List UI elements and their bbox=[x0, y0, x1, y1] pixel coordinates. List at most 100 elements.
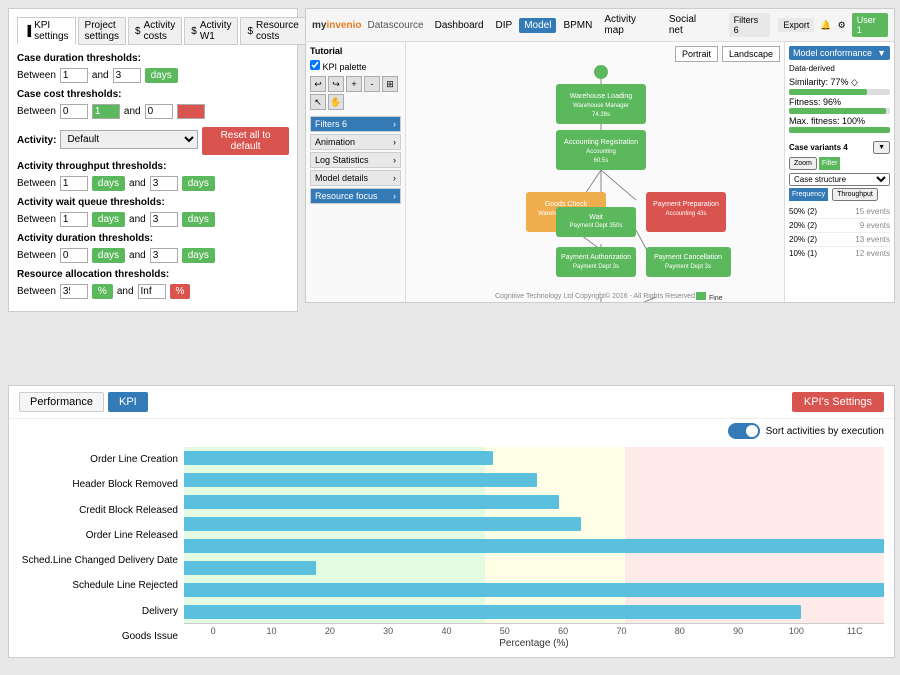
svg-text:Payment Preparation: Payment Preparation bbox=[653, 201, 719, 208]
frequency-btn[interactable]: Frequency bbox=[789, 188, 828, 201]
resource-alloc-row: Between % and % bbox=[17, 284, 289, 299]
kpi-palette-checkbox[interactable] bbox=[310, 60, 320, 70]
throughput-input2[interactable] bbox=[150, 176, 178, 191]
throughput-unit1-btn[interactable]: days bbox=[92, 176, 125, 191]
chart-tabs: Performance KPI bbox=[19, 392, 148, 412]
act-dur-unit1-btn[interactable]: days bbox=[92, 248, 125, 263]
wait-unit1-btn[interactable]: days bbox=[92, 212, 125, 227]
act-dur-unit2-btn[interactable]: days bbox=[182, 248, 215, 263]
nav-dip[interactable]: DIP bbox=[491, 18, 518, 33]
activity-row: Activity: Default Reset all to default bbox=[17, 123, 289, 155]
zoom-in-btn[interactable]: + bbox=[346, 76, 362, 92]
conformance-expand-btn[interactable]: ▼ bbox=[877, 48, 886, 58]
log-stats-section-btn[interactable]: Log Statistics › bbox=[310, 152, 401, 168]
nav-social-net[interactable]: Social net bbox=[664, 12, 717, 38]
undo-btn[interactable]: ↩ bbox=[310, 76, 326, 92]
resource-focus-section-btn[interactable]: Resource focus › bbox=[310, 188, 401, 204]
svg-text:Payment Authorization: Payment Authorization bbox=[561, 254, 631, 261]
case-variants-btns: Zoom Filter bbox=[789, 157, 890, 170]
throughput-input1[interactable] bbox=[60, 176, 88, 191]
act-dur-input2[interactable] bbox=[150, 248, 178, 263]
nav-dashboard[interactable]: Dashboard bbox=[430, 18, 489, 33]
bar-3 bbox=[184, 517, 581, 531]
export-btn[interactable]: Export bbox=[778, 18, 814, 32]
chart-area: 0 10 20 30 40 50 60 70 80 90 100 11C Per… bbox=[184, 447, 884, 649]
model-details-section: Model details › bbox=[310, 170, 401, 186]
activity-select[interactable]: Default bbox=[60, 130, 198, 149]
variant-row-4[interactable]: 10% (1) 12 events bbox=[789, 247, 890, 260]
variants-expand-btn[interactable]: ▼ bbox=[873, 141, 890, 154]
res-alloc-input1[interactable] bbox=[60, 284, 88, 299]
tab-project-settings[interactable]: Project settings bbox=[78, 17, 126, 45]
and-label6: and bbox=[117, 286, 134, 297]
reset-btn[interactable]: Reset all to default bbox=[202, 127, 289, 155]
bar-row-5 bbox=[184, 557, 884, 579]
tab-kpi[interactable]: KPI bbox=[108, 392, 148, 412]
tab-resource-costs[interactable]: $ Resource costs bbox=[240, 17, 305, 45]
nav-bpmn[interactable]: BPMN bbox=[558, 18, 597, 33]
model-details-section-btn[interactable]: Model details › bbox=[310, 170, 401, 186]
kpi-settings-panel: ▐ KPI settings Project settings $ Activi… bbox=[8, 8, 298, 312]
variant-row-2[interactable]: 20% (2) 9 events bbox=[789, 219, 890, 233]
process-flow-svg: Warehouse Loading Warehouse Manager 74.2… bbox=[426, 52, 776, 302]
select-btn[interactable]: ↖ bbox=[310, 94, 326, 110]
fit-btn[interactable]: ⊞ bbox=[382, 76, 398, 92]
filters-btn[interactable]: Filters 6 bbox=[729, 13, 771, 37]
tab-activity-w1[interactable]: $ Activity W1 bbox=[184, 17, 238, 45]
tab-kpi-settings[interactable]: ▐ KPI settings bbox=[17, 17, 76, 45]
wait-unit2-btn[interactable]: days bbox=[182, 212, 215, 227]
nav-activity-map[interactable]: Activity map bbox=[599, 12, 662, 38]
panel-tabs: ▐ KPI settings Project settings $ Activi… bbox=[17, 17, 289, 45]
tab-activity-costs[interactable]: $ Activity costs bbox=[128, 17, 182, 45]
case-cost-input4[interactable] bbox=[177, 104, 205, 119]
sort-toggle-switch[interactable] bbox=[728, 423, 760, 439]
case-duration-unit-btn[interactable]: days bbox=[145, 68, 178, 83]
filters-section-btn[interactable]: Filters 6 › bbox=[310, 116, 401, 132]
chevron-right-icon3: › bbox=[393, 155, 396, 165]
res-alloc-unit2-btn[interactable]: % bbox=[170, 284, 191, 299]
wait-queue-input1[interactable] bbox=[60, 212, 88, 227]
case-structure-select[interactable]: Case structure bbox=[789, 173, 890, 186]
copyright-text: Cognitive Technology Ltd Copyright© 2016… bbox=[406, 293, 784, 300]
redo-btn[interactable]: ↪ bbox=[328, 76, 344, 92]
svg-text:Wait: Wait bbox=[589, 214, 603, 221]
throughput-unit2-btn[interactable]: days bbox=[182, 176, 215, 191]
pan-btn[interactable]: ✋ bbox=[328, 94, 344, 110]
svg-text:Payment Dept 3s: Payment Dept 3s bbox=[573, 264, 619, 270]
act-dur-input1[interactable] bbox=[60, 248, 88, 263]
res-alloc-unit1-btn[interactable]: % bbox=[92, 284, 113, 299]
nav-model[interactable]: Model bbox=[519, 18, 556, 33]
variant-row-3[interactable]: 20% (2) 13 events bbox=[789, 233, 890, 247]
resource-alloc-label: Resource allocation thresholds: bbox=[17, 269, 289, 280]
svg-text:74.28s: 74.28s bbox=[592, 112, 610, 118]
bell-icon[interactable]: 🔔 bbox=[820, 20, 831, 31]
filter-btn[interactable]: Filter bbox=[819, 157, 841, 170]
user-btn[interactable]: User 1 bbox=[852, 13, 888, 37]
and-label: and bbox=[92, 70, 109, 81]
svg-text:Payment Cancellation: Payment Cancellation bbox=[654, 254, 722, 261]
x-tick-3: 30 bbox=[359, 626, 417, 636]
and-label2: and bbox=[124, 106, 141, 117]
res-alloc-input2[interactable] bbox=[138, 284, 166, 299]
case-duration-input2[interactable] bbox=[113, 68, 141, 83]
filters-section: Filters 6 › bbox=[310, 116, 401, 132]
case-cost-input1[interactable] bbox=[60, 104, 88, 119]
tab-performance[interactable]: Performance bbox=[19, 392, 104, 412]
throughput-tab-btn[interactable]: Throughput bbox=[832, 188, 878, 201]
zoom-out-btn[interactable]: - bbox=[364, 76, 380, 92]
zoom-btn[interactable]: Zoom bbox=[789, 157, 817, 170]
bar-6 bbox=[184, 583, 884, 597]
case-duration-input1[interactable] bbox=[60, 68, 88, 83]
variant-row-1[interactable]: 50% (2) 15 events bbox=[789, 205, 890, 219]
resource-focus-section: Resource focus › bbox=[310, 188, 401, 204]
wait-queue-input2[interactable] bbox=[150, 212, 178, 227]
dollar-icon3: $ bbox=[247, 26, 253, 37]
animation-section-btn[interactable]: Animation › bbox=[310, 134, 401, 150]
animation-section: Animation › bbox=[310, 134, 401, 150]
bar-row-0 bbox=[184, 447, 884, 469]
case-cost-input3[interactable] bbox=[145, 104, 173, 119]
between-label: Between bbox=[17, 70, 56, 81]
kpi-settings-btn[interactable]: KPI's Settings bbox=[792, 392, 884, 412]
gear-icon[interactable]: ⚙ bbox=[838, 20, 846, 31]
case-cost-input2[interactable] bbox=[92, 104, 120, 119]
